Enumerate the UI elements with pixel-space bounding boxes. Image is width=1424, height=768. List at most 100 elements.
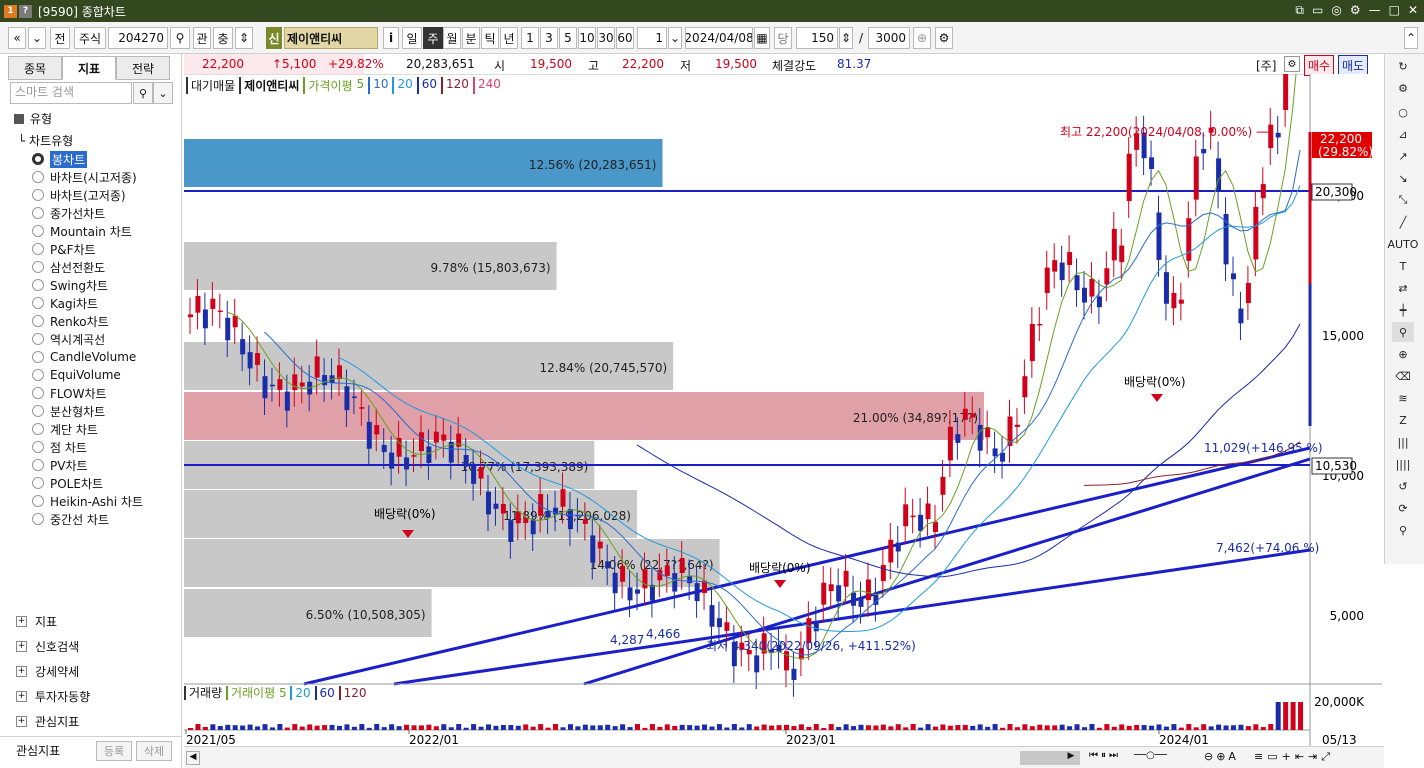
period-year[interactable]: 년 [500,27,518,49]
candle-body[interactable] [1022,376,1028,398]
candle-body[interactable] [322,375,328,386]
radio-icon[interactable] [32,207,44,219]
candle-body[interactable] [880,565,886,582]
chart-type-7[interactable]: 삼선전환도 [32,258,105,276]
line2-icon[interactable]: ⤡ [1392,190,1414,210]
chart-type-2[interactable]: 바차트(시고저종) [32,168,137,186]
refresh-icon[interactable]: ⟳ [1392,498,1414,518]
candle-body[interactable] [843,570,849,587]
zoom-controls[interactable]: ⊖⊕A [1204,750,1239,763]
candle-body[interactable] [344,386,350,411]
candle-body[interactable] [590,535,596,563]
candle-body[interactable] [724,622,730,631]
menu-down-icon[interactable]: ⌄ [28,27,46,49]
interval-1[interactable]: 1 [521,27,539,49]
interval-60[interactable]: 60 [616,27,634,49]
group-3[interactable]: + 강세약세 [16,660,79,682]
chart-type-13[interactable]: EquiVolume [32,366,121,384]
prev-button[interactable]: 전 [50,27,70,49]
candle-body[interactable] [277,379,283,390]
legend-item-stock[interactable]: 제이앤티씨 [239,77,299,94]
chart-type-6[interactable]: P&F차트 [32,240,96,258]
chart-type-1[interactable]: 봉차트 [32,150,88,168]
tab-indicators[interactable]: 지표 [62,56,116,80]
candle-icon[interactable]: ┿ [1392,300,1414,320]
bars2-icon[interactable]: |||| [1392,454,1414,474]
candle-body[interactable] [642,569,648,589]
redo-icon[interactable]: ↺ [1392,476,1414,496]
legend-item-supply[interactable]: 대기매물 [186,77,235,94]
legend-ma-5[interactable]: 5 [357,77,365,94]
candle-body[interactable] [977,424,983,451]
interval-5[interactable]: 5 [559,27,577,49]
register-button[interactable]: 등록 [96,741,132,761]
layout-controls[interactable]: ≡▭+⇤⇥⤢ [1254,750,1334,764]
volume-ma-20[interactable]: 20 [290,686,311,700]
volume-ma-label[interactable]: 거래이평 [225,686,276,700]
candle-body[interactable] [292,374,298,391]
copy-icon[interactable]: ▭ [1312,3,1323,18]
candle-body[interactable] [754,655,760,673]
candle-body[interactable] [1245,282,1251,304]
zigzag-icon[interactable]: Z [1392,410,1414,430]
candle-body[interactable] [1074,275,1080,291]
section-type[interactable]: 유형 [14,110,52,127]
candle-body[interactable] [530,520,536,535]
candle-body[interactable] [1193,156,1199,200]
candle-body[interactable] [851,592,857,606]
group-5[interactable]: + 관심지표 [16,710,79,732]
candle-body[interactable] [508,520,514,542]
first-icon[interactable]: « [8,27,26,49]
scroll-right-icon[interactable]: ▶ [1064,751,1078,765]
candle-body[interactable] [456,433,462,447]
erase-icon[interactable]: ⌫ [1392,366,1414,386]
candle-body[interactable] [992,448,998,457]
candle-body[interactable] [1283,74,1289,110]
interval-input[interactable]: 1 [637,27,667,49]
candle-body[interactable] [389,452,395,469]
candle-body[interactable] [612,572,618,594]
candle-body[interactable] [188,314,193,318]
candle-body[interactable] [1171,292,1177,309]
radio-icon[interactable] [32,459,44,471]
trend-up-icon[interactable]: ↗ [1392,146,1414,166]
candle-body[interactable] [515,511,521,524]
candle-body[interactable] [985,427,991,438]
legend-ma-60[interactable]: 60 [416,77,437,94]
candle-body[interactable] [247,352,253,369]
radio-icon[interactable] [32,153,44,165]
candle-body[interactable] [418,432,424,452]
chart-type-15[interactable]: 분산형차트 [32,402,105,420]
candle-body[interactable] [1014,424,1020,427]
period-minute[interactable]: 분 [462,27,480,49]
tab-strategy[interactable]: 전략 [116,56,170,80]
chart-type-8[interactable]: Swing차트 [32,276,108,294]
group-1[interactable]: + 지표 [16,610,57,632]
candle-body[interactable] [337,365,342,380]
updown-icon[interactable]: ⇕ [235,27,253,49]
candle-body[interactable] [828,584,834,592]
candle-body[interactable] [649,584,655,601]
chart-type-18[interactable]: PV차트 [32,456,88,474]
candle-body[interactable] [1104,268,1110,285]
candle-body[interactable] [620,566,626,582]
candle-body[interactable] [1275,132,1281,138]
candle-body[interactable] [1059,262,1065,281]
total-input[interactable]: 3000 [868,27,910,49]
stepper-icon[interactable]: ⇕ [839,27,853,49]
fibo-icon[interactable]: ≋ [1392,388,1414,408]
volume-title[interactable]: 거래량 [184,686,223,700]
chart-scrollbar[interactable]: ◀ ▶ ⏮⏸⏭ ──○── ⊖⊕A ≡▭+⇤⇥⤢ [184,746,1384,768]
candle-body[interactable] [545,511,551,518]
candle-body[interactable] [404,457,410,470]
chart-type-12[interactable]: CandleVolume [32,348,136,366]
speed-slider[interactable]: ──○── [1134,750,1167,761]
candle-body[interactable] [359,407,365,409]
candle-body[interactable] [813,623,819,632]
candle-body[interactable] [858,598,864,607]
candle-body[interactable] [1163,272,1169,304]
expand-icon[interactable]: + [16,715,27,727]
radio-icon[interactable] [32,405,44,417]
candle-body[interactable] [240,339,246,355]
candle-body[interactable] [888,539,894,563]
